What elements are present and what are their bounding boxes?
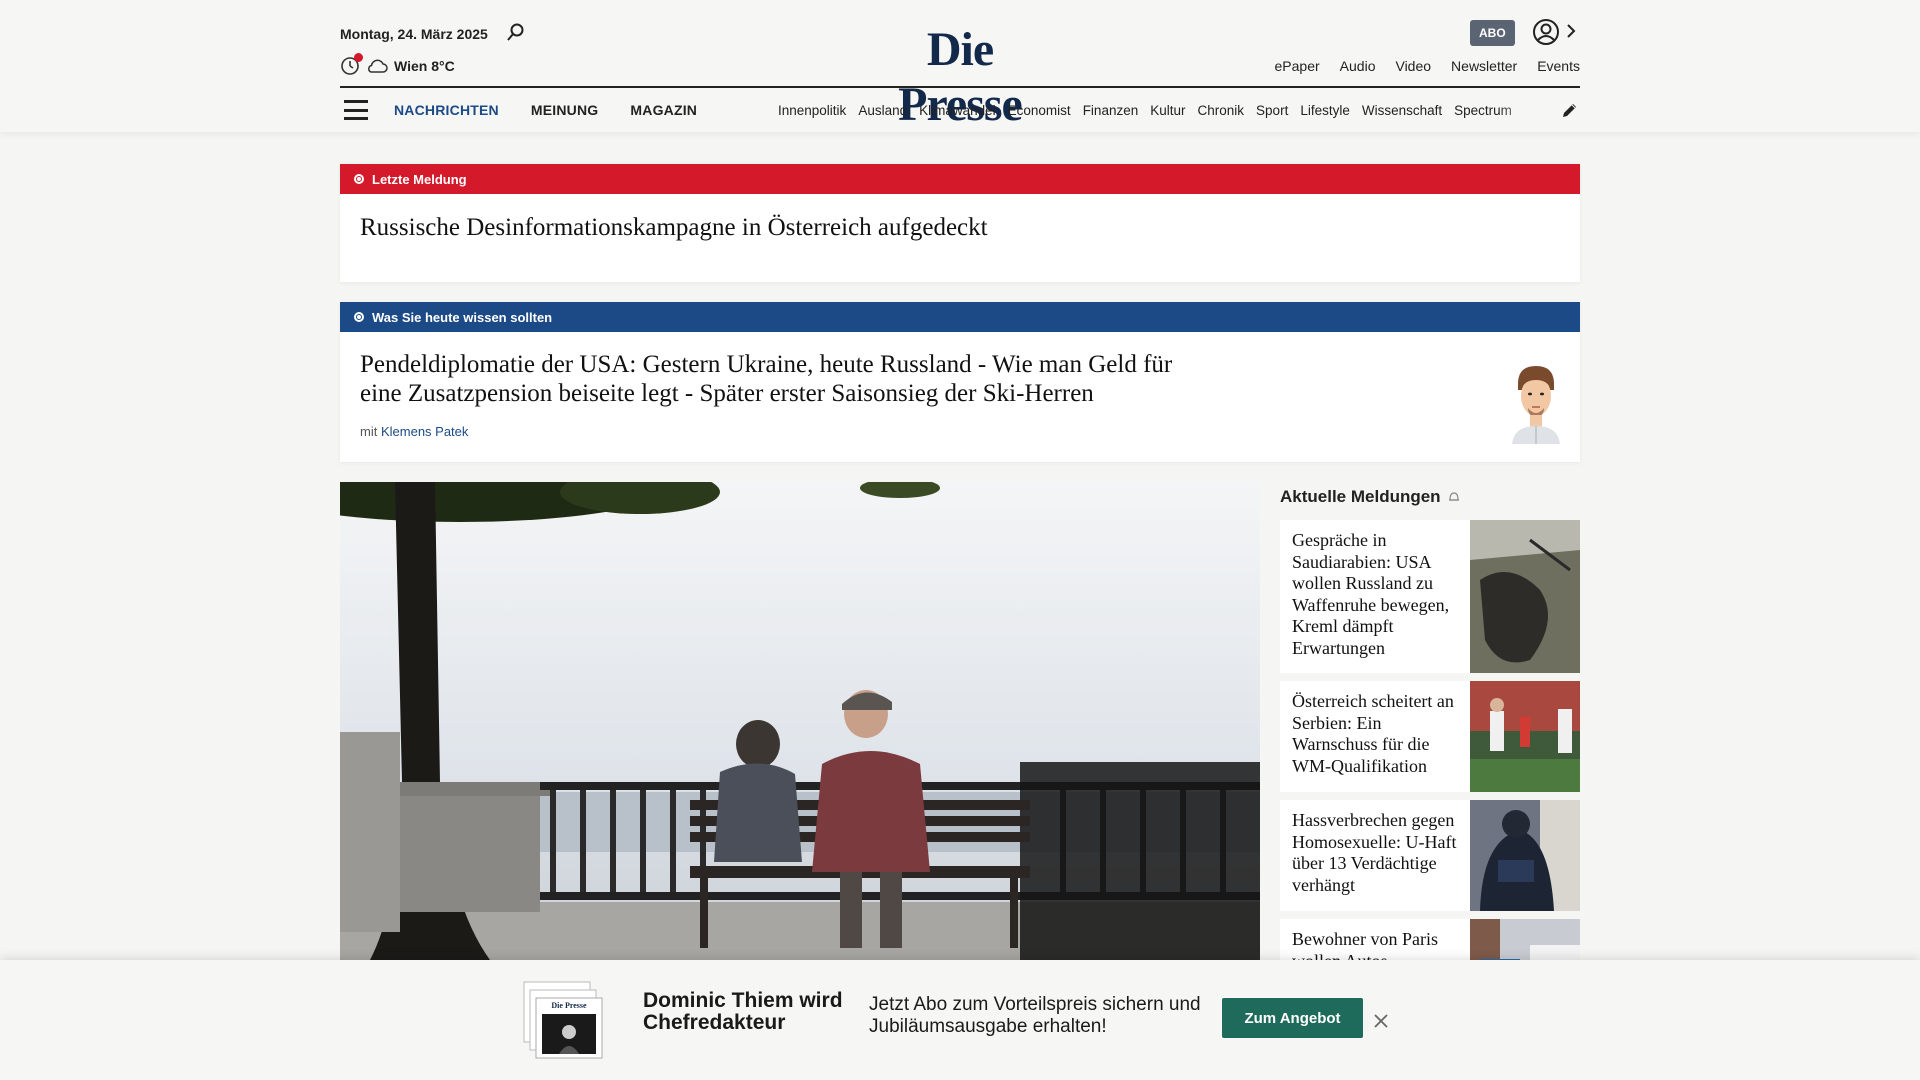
breaking-news-label: Letzte Meldung xyxy=(372,171,467,187)
hero-image[interactable] xyxy=(340,482,1260,960)
section-link-lifestyle[interactable]: Lifestyle xyxy=(1300,103,1350,118)
news-thumbnail xyxy=(1470,520,1580,673)
hamburger-menu-icon[interactable] xyxy=(344,100,368,120)
latest-news-header: Aktuelle Meldungen xyxy=(1280,482,1580,512)
daily-briefing-label: Was Sie heute wissen sollten xyxy=(372,309,553,325)
news-thumbnail xyxy=(1470,800,1580,911)
section-link-wissenschaft[interactable]: Wissenschaft xyxy=(1362,103,1442,118)
section-link-innenpolitik[interactable]: Innenpolitik xyxy=(778,103,846,118)
weather-label: Wien 8°C xyxy=(394,58,455,74)
top-link-newsletter[interactable]: Newsletter xyxy=(1451,58,1517,74)
top-link-epaper[interactable]: ePaper xyxy=(1275,58,1320,74)
author-avatar xyxy=(1512,366,1560,444)
daily-briefing-card[interactable]: Was Sie heute wissen sollten Pendeldiplo… xyxy=(340,302,1580,462)
daily-briefing-byline: mit Klemens Patek xyxy=(360,424,468,439)
main-navigation: NACHRICHTEN MEINUNG MAGAZIN Innenpolitik… xyxy=(340,86,1580,132)
news-item-title[interactable]: Gespräche in Saudiarabien: USA wollen Ru… xyxy=(1280,520,1470,673)
notification-dot xyxy=(354,53,363,62)
briefing-dot-icon xyxy=(354,312,364,322)
breaking-news-title[interactable]: Russische Desinformationskampagne in Öst… xyxy=(360,214,988,242)
abo-button[interactable]: ABO xyxy=(1470,20,1515,46)
site-header: Montag, 24. März 2025 Wien 8°C Die Press… xyxy=(0,0,1920,132)
primary-nav: NACHRICHTEN MEINUNG MAGAZIN xyxy=(394,102,697,118)
breaking-news-card[interactable]: Letzte Meldung Russische Desinformations… xyxy=(340,164,1580,282)
section-link-chronik[interactable]: Chronik xyxy=(1198,103,1245,118)
header-inner: Montag, 24. März 2025 Wien 8°C Die Press… xyxy=(340,0,1580,132)
latest-news-heading: Aktuelle Meldungen xyxy=(1280,487,1441,506)
nav-item-meinung[interactable]: MEINUNG xyxy=(531,102,599,118)
user-account-icon[interactable] xyxy=(1532,18,1560,46)
subscription-banner: Die Presse Dominic Thiem wird Chefredakt… xyxy=(0,960,1920,1080)
pencil-icon[interactable] xyxy=(1560,100,1580,120)
news-item-title[interactable]: Österreich scheitert an Serbien: Ein War… xyxy=(1280,681,1470,792)
offer-button[interactable]: Zum Angebot xyxy=(1222,998,1363,1038)
daily-briefing-title[interactable]: Pendeldiplomatie der USA: Gestern Ukrain… xyxy=(360,350,1200,408)
section-link-sport[interactable]: Sport xyxy=(1256,103,1288,118)
svg-text:Die Presse: Die Presse xyxy=(551,1001,587,1010)
author-link[interactable]: Klemens Patek xyxy=(381,424,468,439)
hero-photo xyxy=(340,482,1260,960)
latest-news-sidebar: Aktuelle Meldungen Gespräche in Saudiara… xyxy=(1280,482,1580,979)
daily-briefing-bar: Was Sie heute wissen sollten xyxy=(340,302,1580,332)
newspaper-stack-image: Die Presse xyxy=(523,981,603,1059)
current-date: Montag, 24. März 2025 xyxy=(340,26,488,42)
banner-offer-text: Jetzt Abo zum Vorteilspreis sichern und … xyxy=(869,994,1201,1037)
section-link-kultur[interactable]: Kultur xyxy=(1150,103,1185,118)
top-link-events[interactable]: Events xyxy=(1537,58,1580,74)
section-link-spectrum[interactable]: Spectrum xyxy=(1454,103,1512,118)
clock-icon[interactable] xyxy=(340,53,363,76)
live-dot-icon xyxy=(354,174,364,184)
top-link-video[interactable]: Video xyxy=(1395,58,1431,74)
nav-item-nachrichten[interactable]: NACHRICHTEN xyxy=(394,102,499,118)
section-link-economist[interactable]: Economist xyxy=(1008,103,1071,118)
section-link-ausland[interactable]: Ausland xyxy=(858,103,907,118)
breaking-news-bar: Letzte Meldung xyxy=(340,164,1580,194)
news-thumbnail xyxy=(1470,681,1580,792)
section-link-klimawandel[interactable]: Klimawandel xyxy=(919,103,996,118)
cloud-icon xyxy=(368,59,388,73)
nav-item-magazin[interactable]: MAGAZIN xyxy=(630,102,697,118)
top-links: ePaper Audio Video Newsletter Events xyxy=(1275,58,1580,74)
news-item-title[interactable]: Hassverbrechen gegen Homosexuelle: U-Haf… xyxy=(1280,800,1470,911)
news-item[interactable]: Hassverbrechen gegen Homosexuelle: U-Haf… xyxy=(1280,800,1580,911)
top-link-audio[interactable]: Audio xyxy=(1340,58,1376,74)
bell-icon[interactable] xyxy=(1447,490,1461,504)
news-item[interactable]: Österreich scheitert an Serbien: Ein War… xyxy=(1280,681,1580,792)
banner-headline: Dominic Thiem wird Chefredakteur xyxy=(643,989,843,1034)
byline-prefix: mit xyxy=(360,424,378,439)
chevron-right-icon[interactable] xyxy=(1564,22,1578,40)
section-nav: Innenpolitik Ausland Klimawandel Economi… xyxy=(778,88,1538,132)
weather-widget[interactable]: Wien 8°C xyxy=(340,53,455,76)
close-icon[interactable] xyxy=(1372,1012,1390,1030)
search-icon[interactable] xyxy=(506,22,526,42)
news-item[interactable]: Gespräche in Saudiarabien: USA wollen Ru… xyxy=(1280,520,1580,673)
section-link-finanzen[interactable]: Finanzen xyxy=(1083,103,1139,118)
